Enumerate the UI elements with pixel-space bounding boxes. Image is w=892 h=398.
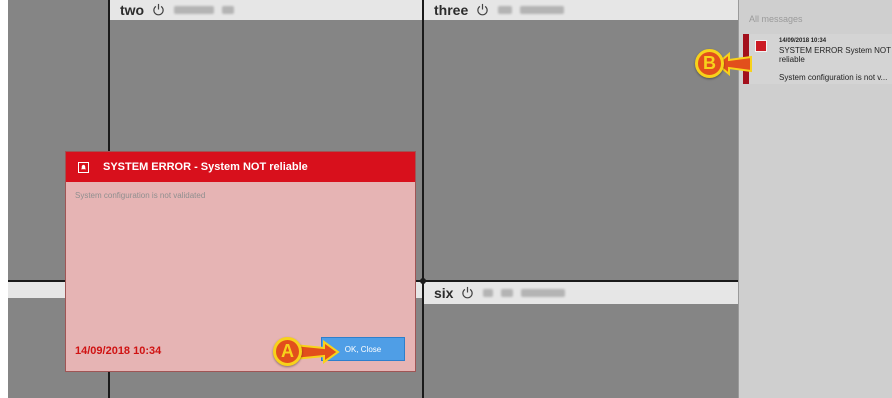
- dialog-date: 14/09/2018 10:34: [75, 345, 162, 357]
- callout-a-label: A: [281, 341, 294, 361]
- blurred-patient-detail: [521, 289, 566, 297]
- blurred-patient-name: [174, 6, 215, 14]
- cell-three[interactable]: three: [424, 0, 738, 280]
- alarm-icon: [78, 161, 89, 173]
- cell-two-header: two: [110, 0, 422, 20]
- grid-junction: [420, 278, 426, 284]
- callout-b-label: B: [703, 53, 716, 73]
- message-timestamp: 14/09/2018 10:34: [779, 38, 827, 44]
- dialog-message: System configuration is not validated: [75, 191, 206, 200]
- message-title: SYSTEM ERROR System NOT reliable: [779, 46, 891, 64]
- cell-two-name: two: [120, 2, 145, 18]
- blurred-patient-detail: [520, 6, 565, 14]
- power-icon[interactable]: [476, 3, 490, 17]
- alarm-icon: [755, 40, 767, 52]
- grid-divider: [422, 0, 424, 398]
- power-icon[interactable]: [461, 286, 475, 300]
- dialog-header: SYSTEM ERROR - System NOT reliable: [66, 152, 415, 182]
- cell-six[interactable]: six: [424, 282, 738, 398]
- blurred-patient-name: [498, 6, 513, 14]
- blurred-patient-name: [483, 289, 494, 297]
- callout-b: B: [695, 49, 724, 78]
- dialog-title: SYSTEM ERROR - System NOT reliable: [103, 161, 308, 173]
- cell-six-header: six: [424, 282, 738, 304]
- messages-panel-title: All messages: [749, 14, 803, 24]
- callout-a: A: [273, 337, 302, 366]
- cell-six-name: six: [434, 285, 454, 301]
- message-detail: System configuration is not v...: [779, 73, 888, 82]
- cell-three-name: three: [434, 2, 469, 18]
- system-error-dialog: SYSTEM ERROR - System NOT reliable Syste…: [66, 152, 415, 371]
- message-item[interactable]: 14/09/2018 10:34 SYSTEM ERROR System NOT…: [743, 34, 892, 84]
- messages-panel: All messages 14/09/2018 10:34 SYSTEM ERR…: [738, 0, 892, 398]
- blurred-patient-detail: [222, 6, 235, 14]
- power-icon[interactable]: [152, 3, 166, 17]
- blurred-patient-detail: [501, 289, 514, 297]
- cell-three-header: three: [424, 0, 738, 20]
